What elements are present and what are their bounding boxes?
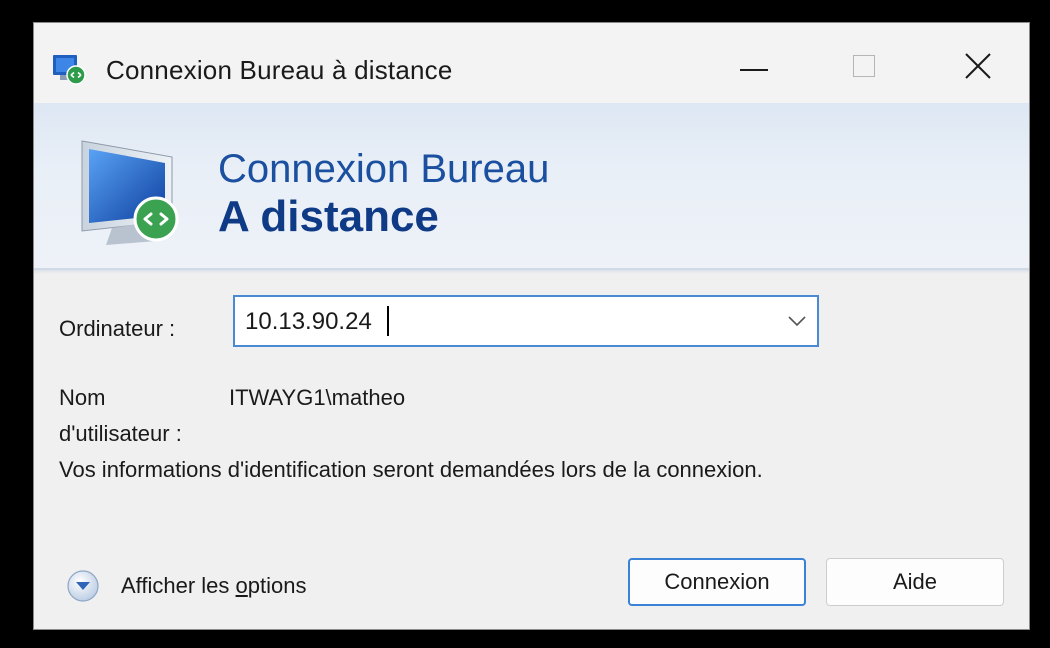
computer-label: Ordinateur : [59, 316, 176, 341]
title-bar[interactable]: Connexion Bureau à distance [34, 23, 1029, 103]
app-icon [53, 55, 86, 85]
maximize-button[interactable] [820, 37, 910, 99]
minimize-button[interactable] [708, 37, 798, 99]
close-button[interactable] [932, 37, 1022, 99]
chevron-down-icon[interactable] [787, 314, 807, 328]
show-options-label[interactable]: Afficher les options [121, 573, 307, 599]
show-options-toggle[interactable]: Afficher les options [66, 569, 366, 603]
banner-title-line2: A distance [218, 192, 439, 241]
help-button[interactable]: Aide [826, 558, 1004, 606]
minimize-icon [740, 69, 768, 71]
header-banner: Connexion Bureau A distance [34, 103, 1029, 274]
username-label-line1: Nom [59, 385, 106, 410]
remote-desktop-window: Connexion Bureau à distance Connexion Bu… [33, 22, 1030, 630]
window-title: Connexion Bureau à distance [106, 55, 453, 85]
banner-title-line1: Connexion Bureau [218, 147, 550, 191]
close-icon [965, 53, 991, 79]
connect-button[interactable]: Connexion [628, 558, 806, 606]
credentials-info-text: Vos informations d'identification seront… [59, 457, 763, 482]
remote-desktop-monitor-icon [81, 140, 179, 245]
computer-input[interactable]: 10.13.90.24 [245, 308, 372, 336]
username-label-line2: d'utilisateur : [59, 421, 182, 446]
text-caret [387, 306, 389, 336]
expand-down-icon[interactable] [66, 569, 100, 603]
computer-combobox[interactable]: 10.13.90.24 [233, 295, 819, 347]
maximize-icon [853, 55, 875, 77]
username-value: ITWAYG1\matheo [229, 385, 406, 410]
